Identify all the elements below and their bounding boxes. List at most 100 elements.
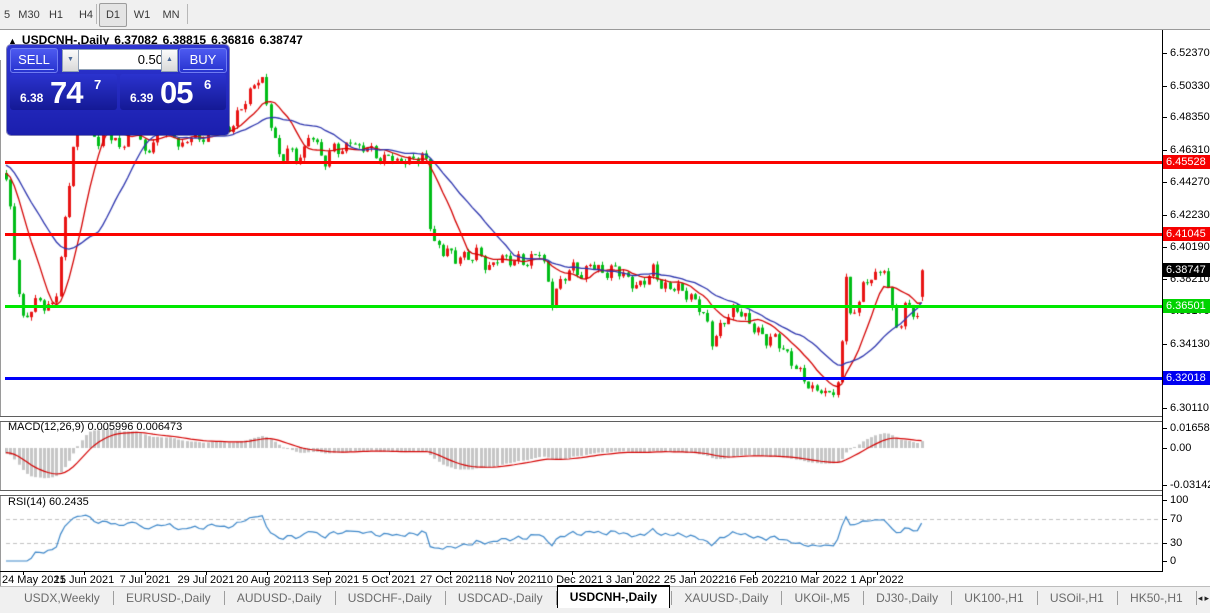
macd-axis-tick: [1162, 485, 1167, 486]
date-axis-label[interactable]: 1 Apr 2022: [850, 574, 903, 586]
buy-price-small: 6.39: [130, 91, 153, 105]
tab-scroll-right-icon[interactable]: ▸: [1204, 590, 1209, 606]
price-badge-support: 6.32018: [1163, 371, 1210, 385]
price-axis-tick: [1162, 150, 1167, 151]
symbol-tab-usoil-[interactable]: USOil-,H1: [1038, 588, 1116, 608]
price-axis-label: 6.46310: [1170, 144, 1210, 156]
timeframe-toolbar: 5M30H1H4D1W1MN: [0, 0, 1210, 30]
horizontal-level-line-6.41045[interactable]: [5, 233, 1162, 236]
sell-price-sup: 7: [94, 77, 101, 92]
sell-button[interactable]: SELL: [10, 48, 58, 73]
symbol-tab-dj30-[interactable]: DJ30-,Daily: [864, 588, 950, 608]
rsi-axis-label: 70: [1170, 513, 1182, 525]
price-badge-support: 6.36501: [1163, 299, 1210, 313]
window-left-border: [0, 60, 1, 613]
price-axis-tick: [1162, 344, 1167, 345]
macd-axis-label: 0.016586: [1170, 422, 1210, 434]
symbol-tab-hk50-[interactable]: HK50-,H1: [1118, 588, 1195, 608]
sell-price-button[interactable]: 6.38 74 7: [10, 74, 117, 110]
macd-axis-tick: [1162, 448, 1167, 449]
timeframe-button-m30[interactable]: M30: [14, 3, 44, 27]
rsi-axis-tick: [1162, 500, 1167, 501]
timeframe-button-d1[interactable]: D1: [99, 3, 127, 27]
macd-axis-tick: [1162, 428, 1167, 429]
symbol-tab-bar: USDX,WeeklyEURUSD-,DailyAUDUSD-,DailyUSD…: [0, 586, 1210, 608]
symbol-tab-audusd-[interactable]: AUDUSD-,Daily: [225, 588, 334, 608]
timeframe-button-5[interactable]: 5: [0, 3, 14, 27]
one-click-trading-panel: SELL ▼ ▲ BUY 6.38 74 7 6.39 05 6: [7, 45, 229, 135]
date-axis-label[interactable]: 5 Oct 2021: [362, 574, 416, 586]
date-axis-label[interactable]: 10 Mar 2022: [785, 574, 847, 586]
date-axis-label[interactable]: 7 Jul 2021: [120, 574, 171, 586]
price-badge-resistance: 6.41045: [1163, 227, 1210, 241]
macd-axis-label: 0.00: [1170, 442, 1191, 454]
symbol-tab-ukoil-[interactable]: UKOil-,M5: [783, 588, 862, 608]
ohlc-close: 6.38747: [259, 33, 302, 47]
timeframe-button-w1[interactable]: W1: [129, 3, 155, 27]
price-axis-tick: [1162, 182, 1167, 183]
symbol-tab-eurusd-[interactable]: EURUSD-,Daily: [114, 588, 223, 608]
date-axis-label[interactable]: 20 Aug 2021: [236, 574, 298, 586]
symbol-tab-usdcnh-[interactable]: USDCNH-,Daily: [557, 585, 670, 608]
rsi-label: RSI(14) 60.2435: [8, 496, 89, 508]
horizontal-level-line-6.32018[interactable]: [5, 377, 1162, 380]
mt4-window: 5M30H1H4D1W1MN ▲USDCNH-,Daily6.370826.38…: [0, 0, 1210, 613]
price-axis-label: 6.34130: [1170, 338, 1210, 350]
price-axis-tick: [1162, 117, 1167, 118]
price-axis-label: 6.48350: [1170, 111, 1210, 123]
price-badge-last-price: 6.38747: [1163, 263, 1210, 277]
symbol-tab-uk100-[interactable]: UK100-,H1: [952, 588, 1035, 608]
volume-input[interactable]: [78, 49, 171, 70]
buy-price-sup: 6: [204, 77, 211, 92]
rsi-axis-tick: [1162, 519, 1167, 520]
price-axis-tick: [1162, 53, 1167, 54]
pane-separator-rsi[interactable]: [0, 490, 1162, 496]
price-axis-tick: [1162, 215, 1167, 216]
spinner-down-icon: ▼: [67, 56, 74, 63]
price-axis-tick: [1162, 408, 1167, 409]
volume-decrease-button[interactable]: ▼: [62, 49, 79, 72]
tab-scroll-left-icon[interactable]: ◂: [1198, 590, 1203, 606]
rsi-axis-label: 0: [1170, 555, 1176, 567]
date-axis-label[interactable]: 15 Jun 2021: [54, 574, 115, 586]
toolbar-separator: [187, 4, 188, 24]
date-axis-label[interactable]: 27 Oct 2021: [420, 574, 480, 586]
sell-price-small: 6.38: [20, 91, 43, 105]
price-axis-label: 6.30110: [1170, 402, 1209, 414]
volume-increase-button[interactable]: ▲: [161, 49, 178, 72]
symbol-tab-usdcad-[interactable]: USDCAD-,Daily: [446, 588, 555, 608]
timeframe-button-h4[interactable]: H4: [74, 3, 98, 27]
date-axis-label[interactable]: 18 Nov 2021: [480, 574, 542, 586]
time-axis-line: [0, 571, 1163, 572]
price-axis-label: 6.40190: [1170, 241, 1210, 253]
buy-button-label: BUY: [180, 49, 226, 70]
date-axis-label[interactable]: 29 Jul 2021: [178, 574, 235, 586]
rsi-axis-tick: [1162, 543, 1167, 544]
price-axis-label: 6.42230: [1170, 209, 1210, 221]
price-axis-label: 6.50330: [1170, 80, 1210, 92]
sell-button-label: SELL: [11, 49, 57, 70]
buy-price-button[interactable]: 6.39 05 6: [120, 74, 226, 110]
date-axis-label[interactable]: 16 Feb 2022: [724, 574, 786, 586]
symbol-tab-usdx[interactable]: USDX,Weekly: [12, 588, 112, 608]
rsi-axis-tick: [1162, 561, 1167, 562]
horizontal-level-line-6.45528[interactable]: [5, 161, 1162, 164]
price-badge-resistance: 6.45528: [1163, 155, 1210, 169]
toolbar-separator: [96, 4, 97, 24]
macd-label: MACD(12,26,9) 0.005996 0.006473: [8, 421, 182, 433]
symbol-tab-usdchf-[interactable]: USDCHF-,Daily: [336, 588, 444, 608]
date-axis-label[interactable]: 13 Sep 2021: [297, 574, 359, 586]
price-axis-label: 6.44270: [1170, 176, 1210, 188]
timeframe-button-h1[interactable]: H1: [44, 3, 68, 27]
bottom-strip: [0, 608, 1210, 613]
timeframe-button-mn[interactable]: MN: [157, 3, 185, 27]
price-axis-tick: [1162, 247, 1167, 248]
date-axis-label[interactable]: 25 Jan 2022: [664, 574, 725, 586]
price-axis-tick: [1162, 86, 1167, 87]
horizontal-level-line-6.36501[interactable]: [5, 305, 1162, 308]
rsi-axis-label: 100: [1170, 494, 1188, 506]
symbol-tab-xauusd-[interactable]: XAUUSD-,Daily: [672, 588, 780, 608]
chart-window: ▲USDCNH-,Daily6.370826.388156.368166.387…: [0, 30, 1210, 586]
buy-price-big: 05: [160, 75, 192, 111]
buy-button[interactable]: BUY: [179, 48, 227, 73]
